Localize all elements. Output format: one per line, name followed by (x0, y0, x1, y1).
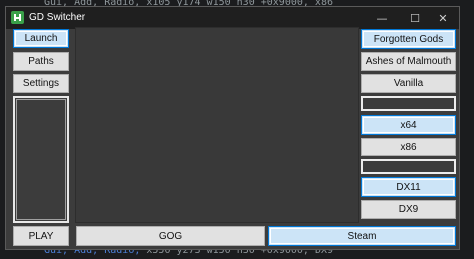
steam-radio[interactable]: Steam (268, 226, 456, 246)
vanilla-radio[interactable]: Vanilla (361, 74, 456, 93)
gog-radio[interactable]: GOG (76, 226, 265, 246)
dx9-radio[interactable]: DX9 (361, 200, 456, 219)
main-content-area (75, 27, 359, 223)
title-bar[interactable]: GD Switcher — ☐ ✕ (6, 7, 459, 29)
separator-box (361, 159, 456, 174)
settings-tab-button[interactable]: Settings (13, 74, 69, 93)
launch-tab-button[interactable]: Launch (13, 29, 69, 48)
dx11-radio[interactable]: DX11 (361, 177, 456, 197)
ashes-of-malmouth-radio[interactable]: Ashes of Malmouth (361, 52, 456, 71)
left-empty-panel (13, 96, 69, 223)
forgotten-gods-radio[interactable]: Forgotten Gods (361, 29, 456, 49)
window-title: GD Switcher (29, 12, 86, 23)
maximize-button[interactable]: ☐ (400, 7, 430, 29)
separator-box (361, 96, 456, 111)
x86-radio[interactable]: x86 (361, 138, 456, 156)
play-button[interactable]: PLAY (13, 226, 69, 246)
x64-radio[interactable]: x64 (361, 115, 456, 135)
gd-switcher-window: GD Switcher — ☐ ✕ Launch Paths Settings … (5, 6, 460, 250)
minimize-button[interactable]: — (367, 7, 397, 29)
close-button[interactable]: ✕ (428, 7, 458, 29)
paths-tab-button[interactable]: Paths (13, 52, 69, 71)
app-icon (11, 11, 24, 24)
